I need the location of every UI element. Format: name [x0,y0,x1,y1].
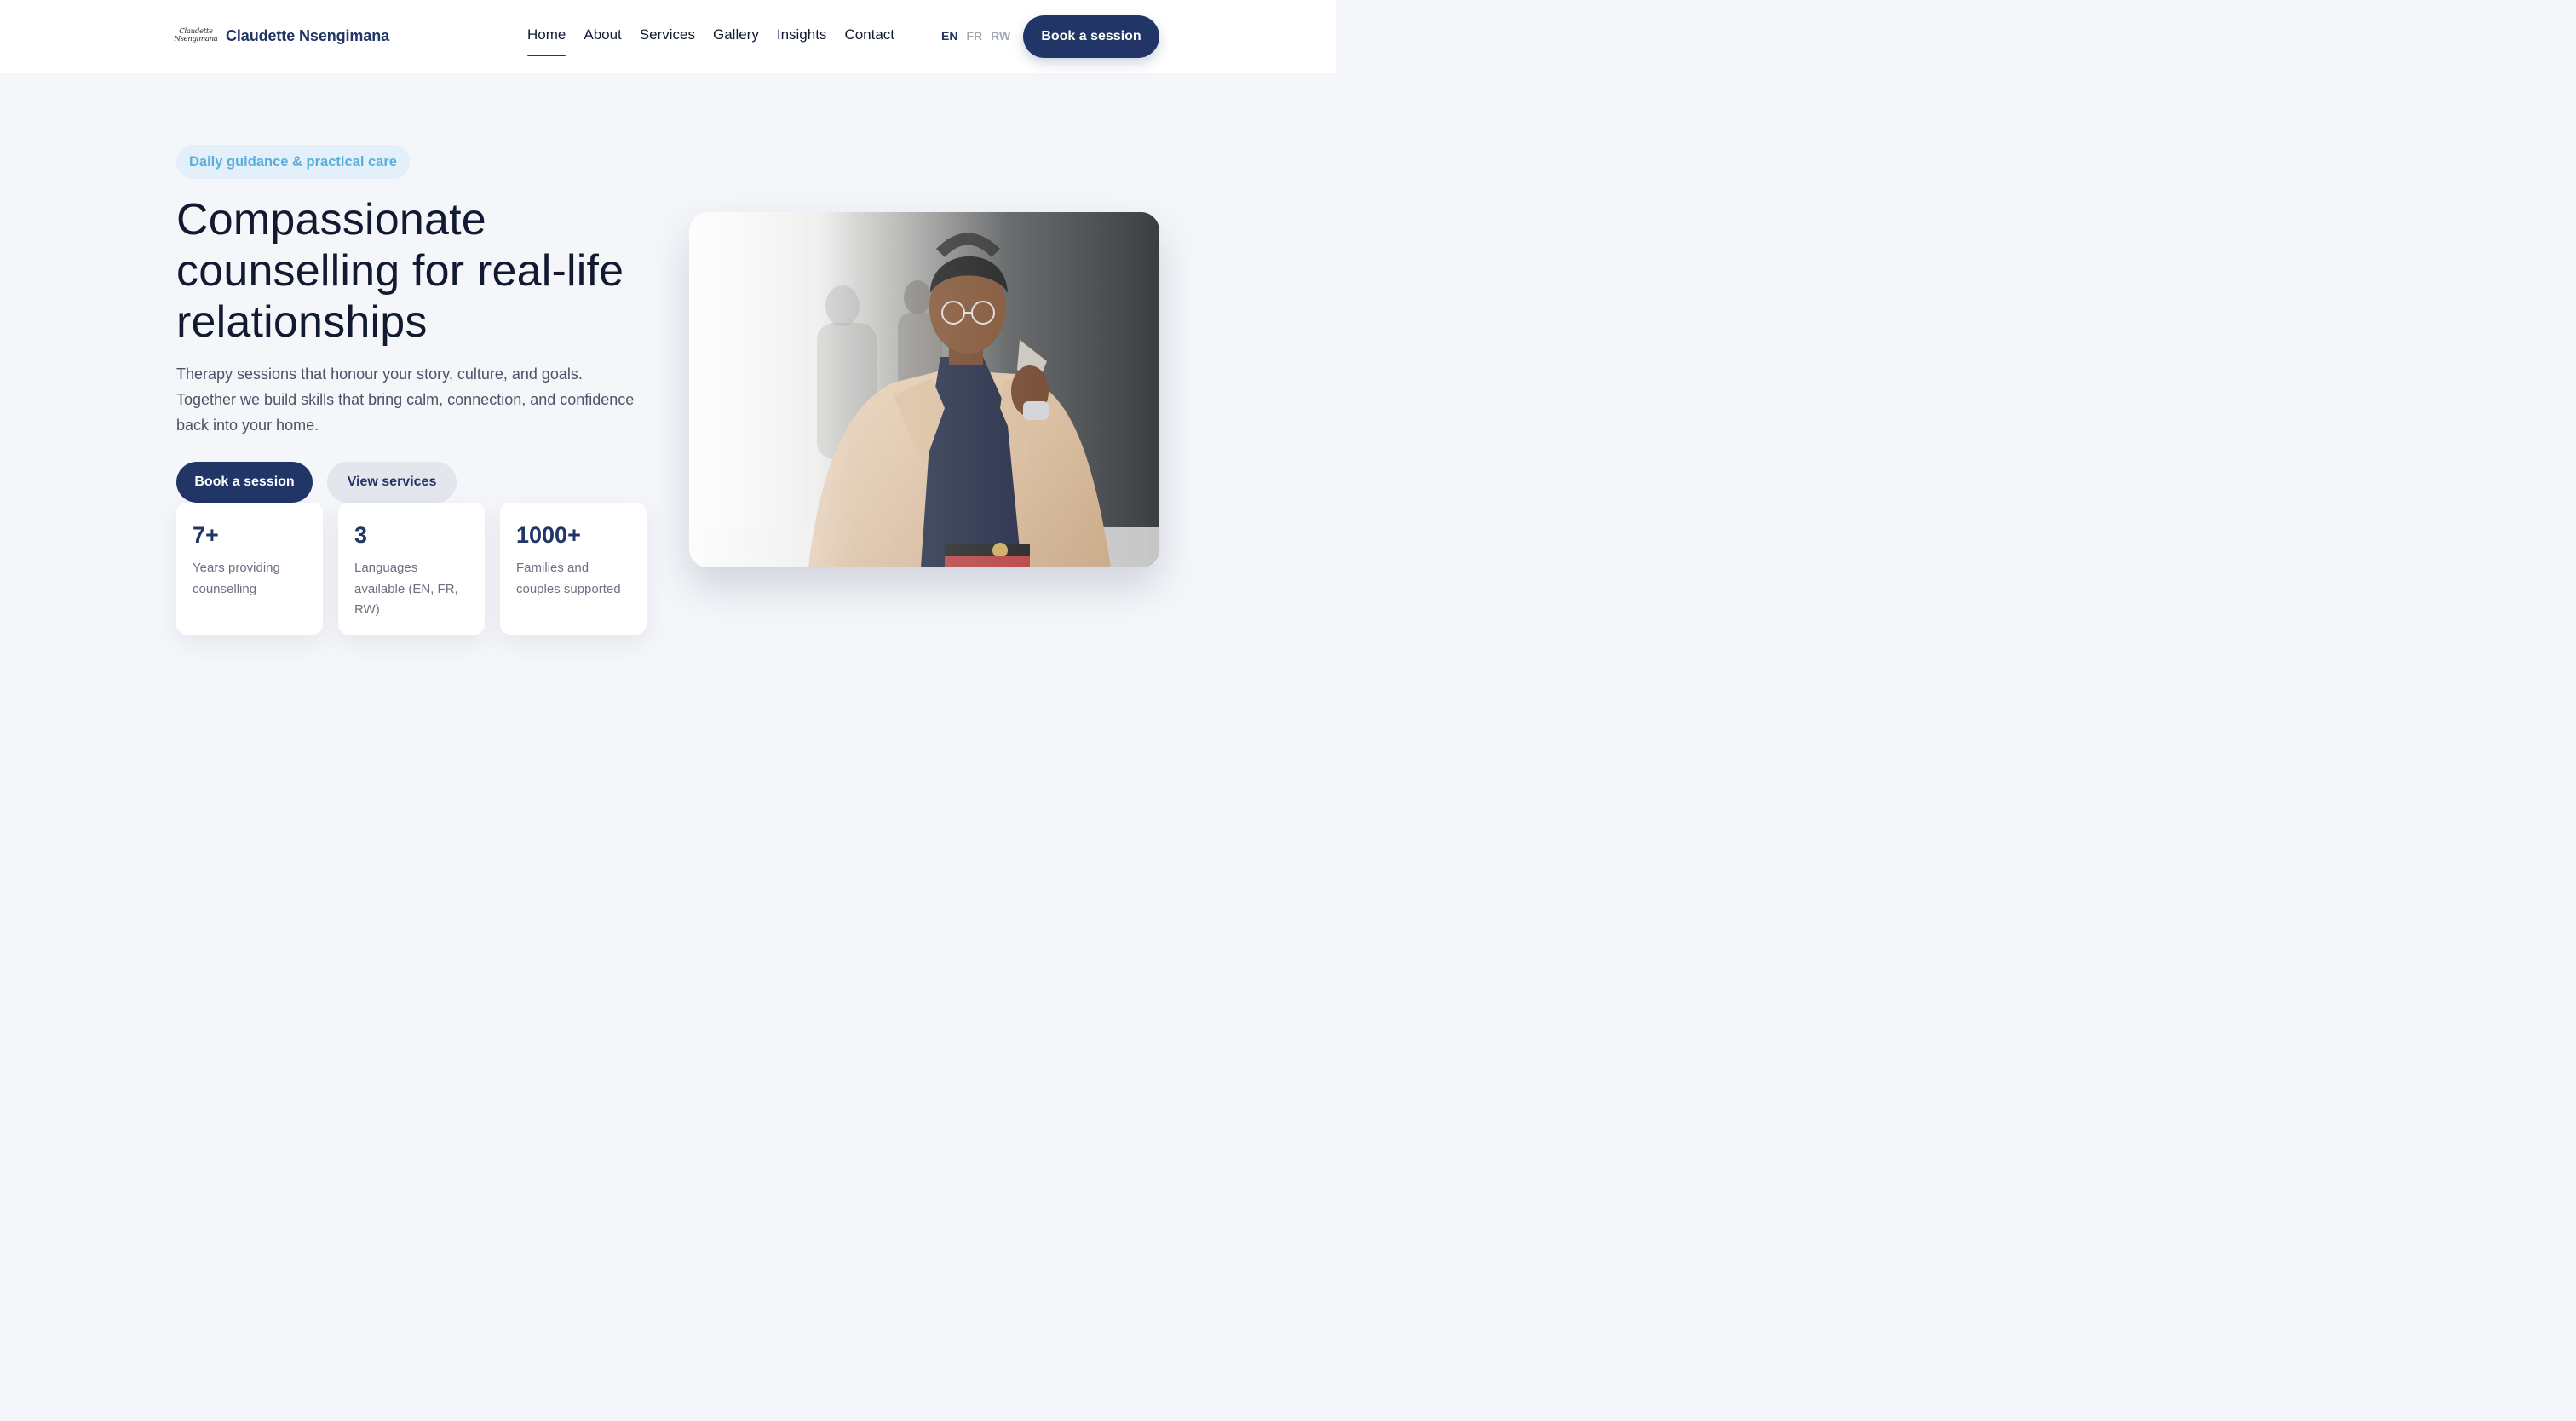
stat-card-languages: 3 Languages available (EN, FR, RW) [338,503,485,635]
signature-logo[interactable]: Claudette Nsengimana [174,22,217,49]
view-services-button[interactable]: View services [327,462,457,503]
stat-card-families: 1000+ Families and couples supported [500,503,647,635]
stat-value: 1000+ [516,522,581,548]
nav-insights[interactable]: Insights [777,26,827,57]
nav-gallery[interactable]: Gallery [713,26,759,57]
main-nav: Home About Services Gallery Insights Con… [527,26,912,57]
header-book-session-button[interactable]: Book a session [1023,15,1159,58]
lang-fr[interactable]: FR [966,29,982,43]
brand[interactable]: Claudette Nsengimana Claudette Nsengimana [174,22,389,49]
language-switcher: EN FR RW [941,29,1019,43]
lang-en[interactable]: EN [941,29,957,43]
hero-subtitle: Therapy sessions that honour your story,… [176,365,635,434]
book-session-button[interactable]: Book a session [176,462,313,503]
stat-label: Languages available (EN, FR, RW) [354,561,458,617]
nav-home[interactable]: Home [527,26,566,57]
nav-services[interactable]: Services [640,26,695,57]
nav-about[interactable]: About [584,26,621,57]
brand-name[interactable]: Claudette Nsengimana [226,27,389,45]
stat-card-years: 7+ Years providing counselling [176,503,323,635]
stat-value: 3 [354,522,368,548]
lang-rw[interactable]: RW [991,29,1010,43]
hero-portrait-image [689,212,1159,567]
nav-contact[interactable]: Contact [844,26,894,57]
hero-tag: Daily guidance & practical care [176,145,410,179]
site-header: Claudette Nsengimana Claudette Nsengimana… [0,0,1336,73]
stat-label: Years providing counselling [193,561,280,596]
stat-label: Families and couples supported [516,561,621,596]
hero-title: Compassionate counselling for real-life … [176,195,624,347]
stat-value: 7+ [193,522,219,548]
